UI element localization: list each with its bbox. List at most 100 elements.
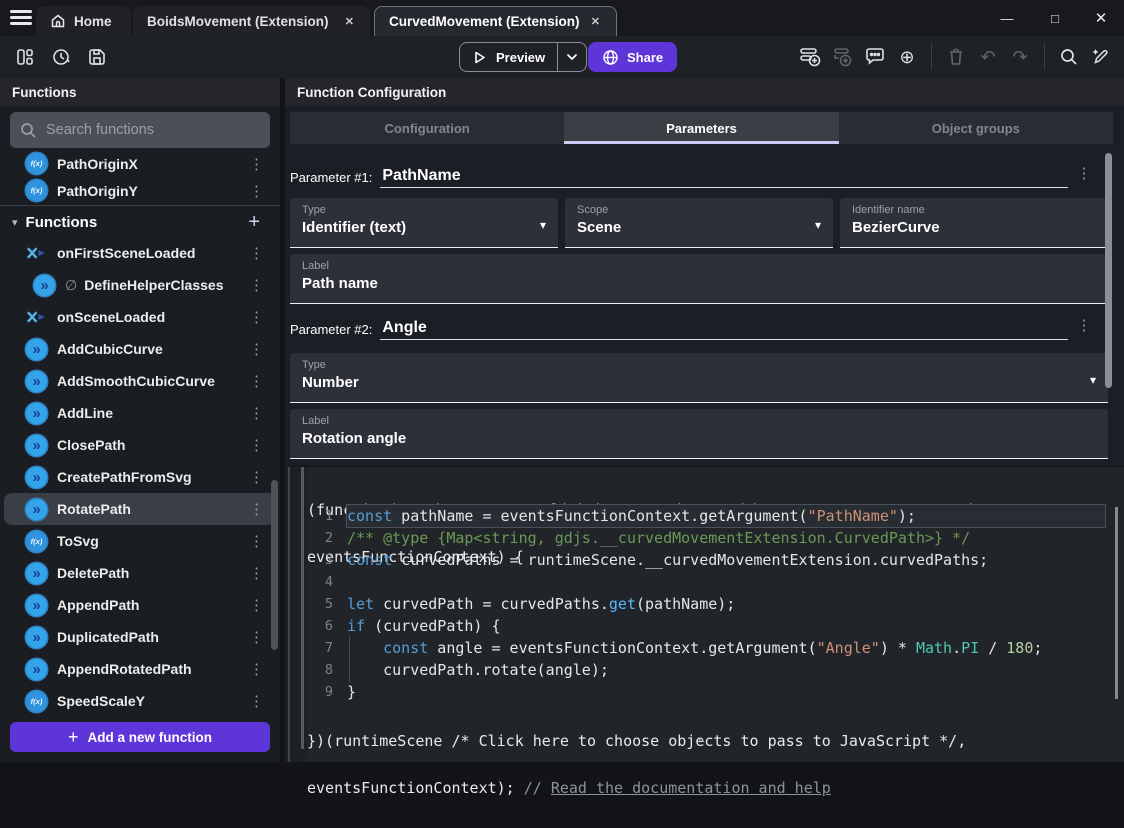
function-list-item[interactable]: »CreatePathFromSvg⋮ (4, 461, 276, 493)
share-button[interactable]: Share (588, 42, 677, 72)
line-content[interactable]: curvedPath.rotate(angle); (347, 659, 1105, 681)
edit-tool-icon[interactable] (1088, 43, 1114, 71)
parameter-1-scope-select[interactable]: Scope Scene ▾ (565, 198, 833, 248)
item-menu-icon[interactable]: ⋮ (249, 596, 264, 614)
add-function-icon[interactable]: + (248, 211, 268, 234)
parameter-1-menu-icon[interactable]: ⋮ (1075, 164, 1093, 182)
item-menu-icon[interactable]: ⋮ (249, 404, 264, 422)
add-new-function-button[interactable]: + Add a new function (10, 722, 270, 752)
item-menu-icon[interactable]: ⋮ (249, 660, 264, 678)
code-line[interactable]: 3const curvedPaths = runtimeScene.__curv… (285, 549, 1115, 571)
function-list-item[interactable]: f(x)ToSvg⋮ (4, 525, 276, 557)
parameter-1-identifier-input[interactable]: Identifier name BezierCurve (840, 198, 1108, 248)
item-menu-icon[interactable]: ⋮ (249, 372, 264, 390)
function-list-item[interactable]: »AddLine⋮ (4, 397, 276, 429)
code-lines[interactable]: 1const pathName = eventsFunctionContext.… (285, 505, 1115, 703)
line-content[interactable]: } (347, 681, 1105, 703)
parameter-2-type-select[interactable]: Type Number ▾ (290, 353, 1108, 403)
item-menu-icon[interactable]: ⋮ (249, 628, 264, 646)
code-line[interactable]: 2/** @type {Map<string, gdjs.__curvedMov… (285, 527, 1115, 549)
tab-close-icon[interactable]: ✕ (589, 13, 602, 30)
tab-parameters[interactable]: Parameters (564, 112, 838, 144)
function-list-item[interactable]: »AppendPath⋮ (4, 589, 276, 621)
menu-icon[interactable] (10, 10, 32, 26)
javascript-code-editor[interactable]: (function(runtimeScene /* Click here to … (285, 467, 1124, 762)
item-menu-icon[interactable]: ⋮ (249, 155, 264, 173)
collapse-editor-icon[interactable]: ^ (697, 737, 705, 752)
parameter-1-name-input[interactable]: PathName (380, 167, 1068, 188)
function-list-item[interactable]: »RotatePath⋮ (4, 493, 276, 525)
function-list-item[interactable]: »DuplicatedPath⋮ (4, 621, 276, 653)
line-content[interactable]: let curvedPath = curvedPaths.get(pathNam… (347, 593, 1105, 615)
save-icon[interactable] (84, 43, 110, 71)
item-menu-icon[interactable]: ⋮ (249, 340, 264, 358)
code-line[interactable]: 4 (285, 571, 1115, 593)
line-content[interactable]: /** @type {Map<string, gdjs.__curvedMove… (347, 527, 1105, 549)
line-content[interactable]: const pathName = eventsFunctionContext.g… (347, 505, 1105, 527)
line-content[interactable]: const angle = eventsFunctionContext.getA… (347, 637, 1105, 659)
search-icon[interactable] (1056, 43, 1082, 71)
code-line[interactable]: 1const pathName = eventsFunctionContext.… (285, 505, 1115, 527)
item-menu-icon[interactable]: ⋮ (249, 308, 264, 326)
add-event-icon[interactable] (798, 43, 824, 71)
code-footer-line-1[interactable]: })(runtimeScene /* Click here to choose … (307, 734, 966, 750)
search-functions-input[interactable] (46, 122, 260, 138)
item-menu-icon[interactable]: ⋮ (249, 182, 264, 200)
function-list-item[interactable]: onSceneLoaded⋮ (4, 301, 276, 333)
function-list-item[interactable]: »∅DefineHelperClasses⋮ (4, 269, 276, 301)
item-menu-icon[interactable]: ⋮ (249, 564, 264, 582)
redo-icon[interactable]: ↷ (1007, 43, 1033, 71)
add-subevent-icon[interactable] (830, 43, 856, 71)
tab-curvedmovement[interactable]: CurvedMovement (Extension) ✕ (374, 6, 617, 36)
function-list-item[interactable]: »AddCubicCurve⋮ (4, 333, 276, 365)
code-scrollbar[interactable] (1115, 507, 1118, 699)
minimize-button[interactable]: — (984, 0, 1030, 36)
functions-section-header[interactable]: ▾ Functions + (0, 207, 280, 237)
add-other-icon[interactable]: ⊕ (894, 43, 920, 71)
tab-close-icon[interactable]: ✕ (343, 13, 356, 30)
function-list-item[interactable]: f(x)PathOriginY⋮ (4, 177, 276, 204)
code-line[interactable]: 9} (285, 681, 1115, 703)
item-menu-icon[interactable]: ⋮ (249, 500, 264, 518)
chevron-down-icon[interactable]: ▾ (12, 216, 18, 229)
parameters-scrollbar[interactable] (1105, 153, 1112, 388)
close-button[interactable]: ✕ (1078, 0, 1124, 36)
item-menu-icon[interactable]: ⋮ (249, 468, 264, 486)
function-list-item[interactable]: »DeletePath⋮ (4, 557, 276, 589)
tab-object-groups[interactable]: Object groups (839, 112, 1113, 144)
tab-configuration[interactable]: Configuration (290, 112, 564, 144)
item-menu-icon[interactable]: ⋮ (249, 532, 264, 550)
toggle-panels-icon[interactable] (12, 43, 38, 71)
history-icon[interactable] (48, 43, 74, 71)
sidebar-scrollbar[interactable] (271, 480, 278, 650)
code-line[interactable]: 7 const angle = eventsFunctionContext.ge… (285, 637, 1115, 659)
item-menu-icon[interactable]: ⋮ (249, 276, 264, 294)
item-menu-icon[interactable]: ⋮ (249, 692, 264, 710)
function-list-item[interactable]: »AddSmoothCubicCurve⋮ (4, 365, 276, 397)
function-list-item[interactable]: f(x)PathOriginX⋮ (4, 150, 276, 177)
parameter-2-menu-icon[interactable]: ⋮ (1075, 316, 1093, 334)
function-list-item[interactable]: »AppendRotatedPath⋮ (4, 653, 276, 685)
line-content[interactable]: const curvedPaths = runtimeScene.__curve… (347, 549, 1105, 571)
parameter-2-label-input[interactable]: Label Rotation angle (290, 409, 1108, 459)
add-comment-icon[interactable] (862, 43, 888, 71)
item-menu-icon[interactable]: ⋮ (249, 436, 264, 454)
maximize-button[interactable]: □ (1032, 0, 1078, 36)
preview-dropdown-button[interactable] (558, 53, 586, 61)
line-content[interactable] (347, 571, 1105, 593)
parameter-1-type-select[interactable]: Type Identifier (text) ▾ (290, 198, 558, 248)
parameter-1-label-input[interactable]: Label Path name (290, 254, 1108, 304)
preview-button[interactable]: Preview (459, 42, 587, 72)
function-list-item[interactable]: onFirstSceneLoaded⋮ (4, 237, 276, 269)
code-line[interactable]: 6if (curvedPath) { (285, 615, 1115, 637)
documentation-link[interactable]: Read the documentation and help (551, 779, 831, 797)
tab-boidsmovement[interactable]: BoidsMovement (Extension) ✕ (133, 6, 370, 36)
delete-icon[interactable] (943, 43, 969, 71)
undo-icon[interactable]: ↶ (975, 43, 1001, 71)
code-line[interactable]: 5let curvedPath = curvedPaths.get(pathNa… (285, 593, 1115, 615)
line-content[interactable]: if (curvedPath) { (347, 615, 1105, 637)
tab-home[interactable]: Home (36, 6, 131, 36)
parameter-2-name-input[interactable]: Angle (380, 319, 1068, 340)
item-menu-icon[interactable]: ⋮ (249, 244, 264, 262)
search-functions-box[interactable] (10, 112, 270, 148)
